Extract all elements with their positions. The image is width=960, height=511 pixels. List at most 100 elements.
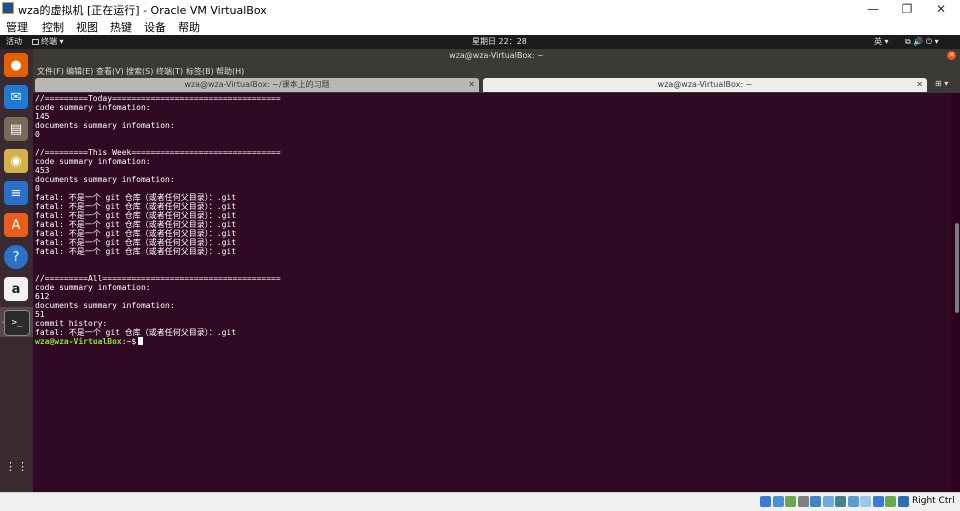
device-status-icon[interactable] — [822, 496, 834, 507]
terminal-line: fatal: 不是一个 git 仓库（或者任何父目录）：.git — [35, 220, 237, 229]
prompt-path: :~$ — [121, 337, 137, 346]
terminal-line: code summary infomation: — [35, 157, 151, 166]
restore-button[interactable]: ❐ — [890, 0, 924, 18]
term-menu-terminal[interactable]: 终端(T) — [156, 66, 183, 77]
term-menu-tabs[interactable]: 标签(B) — [186, 66, 214, 77]
terminal-line: commit history: — [35, 319, 108, 328]
terminal-line: fatal: 不是一个 git 仓库（或者任何父目录）：.git — [35, 211, 237, 220]
term-menu-file[interactable]: 文件(F) — [37, 66, 64, 77]
system-tray-icons[interactable]: ⧉ 🔊 ⏻ ▾ — [905, 35, 939, 49]
rhythmbox-icon[interactable]: ◉ — [4, 149, 28, 173]
thunderbird-icon[interactable]: ✉ — [4, 85, 28, 109]
menu-view[interactable]: 视图 — [76, 19, 98, 35]
terminal-line: fatal: 不是一个 git 仓库（或者任何父目录）：.git — [35, 238, 237, 247]
vbox-menu-bar: 管理 控制 视图 热键 设备 帮助 — [0, 18, 960, 35]
tab-exercises[interactable]: wza@wza-VirtualBox: ~/课本上的习题 ✕ — [35, 78, 479, 92]
new-tab-icon[interactable]: ⊞ ▾ — [935, 79, 948, 88]
term-menu-view[interactable]: 查看(V) — [96, 66, 124, 77]
amazon-icon[interactable]: a — [4, 277, 28, 301]
vbox-status-bar: Right Ctrl — [0, 492, 960, 511]
menu-hotkeys[interactable]: 热键 — [110, 19, 132, 35]
device-status-icon[interactable] — [885, 496, 896, 507]
scrollbar-thumb[interactable] — [955, 223, 959, 313]
amazon-glyph: a — [11, 281, 21, 297]
app-menu-button[interactable]: 终端 ▾ — [32, 35, 64, 49]
window-title: wza的虚拟机 [正在运行] - Oracle VM VirtualBox — [18, 4, 267, 17]
device-status-icon[interactable] — [785, 496, 796, 507]
device-status-icon[interactable] — [760, 496, 771, 507]
terminal-scrollbar[interactable] — [951, 93, 960, 492]
menu-help[interactable]: 帮助 — [178, 19, 200, 35]
terminal-line: code summary infomation: — [35, 103, 151, 112]
device-status-icon[interactable] — [872, 496, 884, 507]
terminal-glyph: >_ — [11, 318, 23, 328]
terminal-output: //=========Today========================… — [35, 94, 281, 346]
menu-manage[interactable]: 管理 — [6, 19, 28, 35]
terminal-tab-bar: wza@wza-VirtualBox: ~/课本上的习题 ✕ wza@wza-V… — [33, 77, 960, 93]
files-glyph: ▤ — [9, 121, 23, 137]
show-applications-icon[interactable]: ⋮⋮⋮ — [5, 461, 40, 472]
term-menu-help[interactable]: 帮助(H) — [216, 66, 244, 77]
menu-control[interactable]: 控制 — [42, 19, 64, 35]
terminal-line: fatal: 不是一个 git 仓库（或者任何父目录）：.git — [35, 229, 237, 238]
device-status-icon[interactable] — [772, 496, 784, 507]
tab-exercises-label: wza@wza-VirtualBox: ~/课本上的习题 — [184, 80, 330, 89]
terminal-line: documents summary infomation: — [35, 175, 175, 184]
software-center-icon[interactable]: A — [4, 213, 28, 237]
terminal-line: //=========All==========================… — [35, 274, 281, 283]
terminal-icon[interactable]: >_ — [4, 310, 30, 336]
terminal-line: //=========This Week====================… — [35, 148, 281, 157]
menu-devices[interactable]: 设备 — [144, 19, 166, 35]
tab-home-close-icon[interactable]: ✕ — [916, 78, 923, 92]
term-menu-edit[interactable]: 编辑(E) — [66, 66, 93, 77]
running-indicator — [2, 321, 4, 323]
firefox-glyph: ● — [10, 57, 22, 73]
files-icon[interactable]: ▤ — [4, 117, 28, 141]
tab-exercises-close-icon[interactable]: ✕ — [468, 78, 475, 92]
terminal-line: 145 — [35, 112, 50, 121]
virtualbox-logo-icon — [2, 2, 14, 14]
app-menu-label: 终端 ▾ — [41, 37, 64, 46]
device-status-icon[interactable] — [897, 496, 909, 507]
terminal-line: 0 — [35, 130, 40, 139]
activities-button[interactable]: 活动 — [6, 35, 22, 49]
terminal-line: code summary infomation: — [35, 283, 151, 292]
terminal-line: 453 — [35, 166, 50, 175]
text-cursor — [138, 337, 144, 345]
close-button[interactable]: ✕ — [924, 0, 958, 18]
device-status-icon[interactable] — [860, 496, 871, 507]
firefox-icon[interactable]: ● — [4, 53, 28, 77]
vbox-title-bar: wza的虚拟机 [正在运行] - Oracle VM VirtualBox — … — [0, 0, 960, 18]
terminal-close-icon[interactable]: ✕ — [947, 51, 956, 60]
device-status-icon[interactable] — [797, 496, 809, 507]
thunderbird-glyph: ✉ — [10, 89, 22, 105]
input-method-indicator[interactable]: 英 ▾ — [874, 35, 889, 49]
ubuntu-dock: ● ✉ ▤ ◉ ≡ A ? a >_ ⋮⋮⋮ — [0, 49, 40, 492]
host-key-indicator: Right Ctrl — [912, 496, 955, 506]
device-status-icon[interactable] — [847, 496, 859, 507]
help-icon[interactable]: ? — [4, 245, 28, 269]
terminal-line: documents summary infomation: — [35, 121, 175, 130]
gnome-top-bar: 活动 终端 ▾ 星期日 22：28 英 ▾ ⧉ 🔊 ⏻ ▾ — [0, 35, 960, 49]
minimize-button[interactable]: — — [856, 0, 890, 18]
terminal-line: 51 — [35, 310, 45, 319]
writer-icon[interactable]: ≡ — [4, 181, 28, 205]
terminal-headerbar: wza@wza-VirtualBox: ~ ✕ 文件(F) 编辑(E) 查看(V… — [33, 49, 960, 77]
terminal-body[interactable]: //=========Today========================… — [33, 93, 951, 492]
terminal-title: wza@wza-VirtualBox: ~ — [449, 51, 544, 60]
guest-display: 活动 终端 ▾ 星期日 22：28 英 ▾ ⧉ 🔊 ⏻ ▾ ● ✉ ▤ ◉ ≡ … — [0, 35, 960, 492]
terminal-line: fatal: 不是一个 git 仓库（或者任何父目录）：.git — [35, 202, 237, 211]
terminal-line: fatal: 不是一个 git 仓库（或者任何父目录）：.git — [35, 247, 237, 256]
terminal-small-icon — [32, 39, 39, 45]
terminal-line: //=========Today========================… — [35, 94, 281, 103]
clock[interactable]: 星期日 22：28 — [472, 35, 527, 49]
terminal-line: fatal: 不是一个 git 仓库（或者任何父目录）：.git — [35, 328, 237, 337]
terminal-line: documents summary infomation: — [35, 301, 175, 310]
rhythmbox-glyph: ◉ — [10, 153, 22, 169]
device-status-icon[interactable] — [810, 496, 821, 507]
device-status-icon[interactable] — [835, 496, 846, 507]
tab-home[interactable]: wza@wza-VirtualBox: ~ ✕ — [483, 78, 927, 92]
terminal-line: fatal: 不是一个 git 仓库（或者任何父目录）：.git — [35, 193, 237, 202]
terminal-line: 612 — [35, 292, 50, 301]
term-menu-search[interactable]: 搜索(S) — [126, 66, 153, 77]
